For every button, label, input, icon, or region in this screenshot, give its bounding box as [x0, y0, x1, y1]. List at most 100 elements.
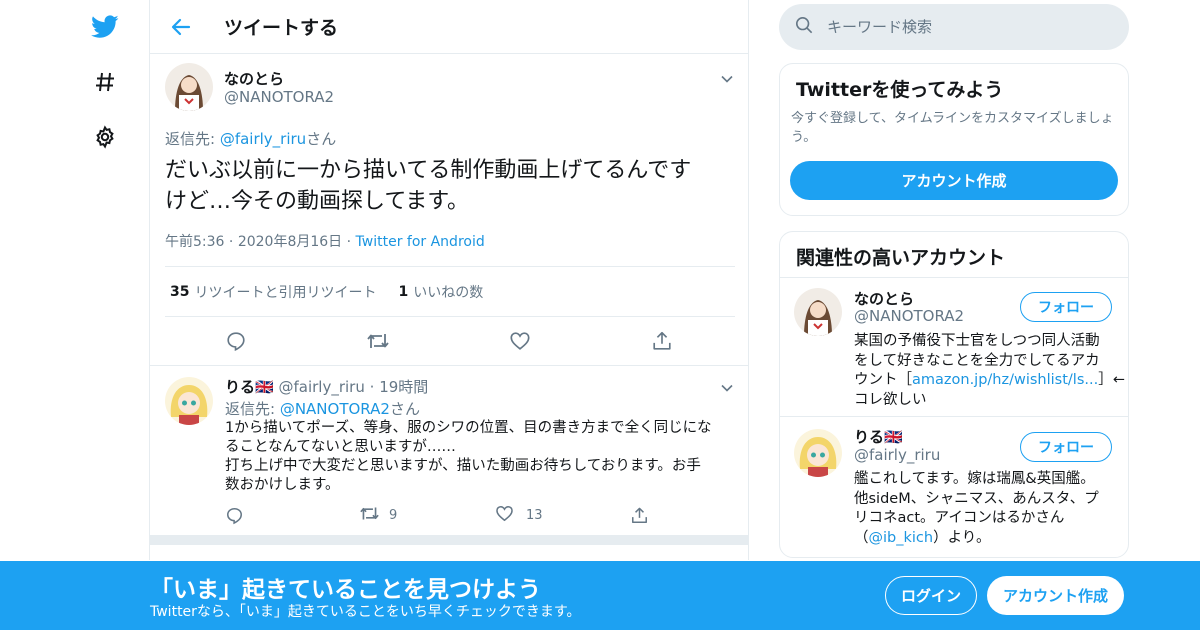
like-count: 13	[526, 507, 543, 523]
signup-card-title: Twitterを使ってみよう	[796, 79, 1004, 101]
heart-icon	[495, 504, 514, 527]
reply-author-name[interactable]: りる🇬🇧	[225, 378, 274, 396]
search-input[interactable]	[827, 18, 1107, 36]
signup-button[interactable]: アカウント作成	[987, 576, 1124, 615]
related-account[interactable]: りる🇬🇧 @fairly_riru フォロー 艦これしてます。嫁は瑞鳳&英国艦。…	[780, 417, 1128, 557]
tweet-stats: 35 リツイートと引用リツイート 1 いいねの数	[165, 266, 735, 317]
account-handle[interactable]: @fairly_riru	[854, 446, 940, 464]
reply-text-line: 数おかけします。	[225, 477, 340, 493]
bio-line: 艦これしてます。嫁は瑞鳳&英国艦。	[854, 471, 1095, 487]
banner-title: 「いま」起きていることを見つけよう	[150, 577, 541, 603]
bio-line: 某国の予備役下士官をしつつ同人活動	[854, 333, 1100, 349]
reply-text: 1から描いてポーズ、等身、服のシワの位置、目の書き方まで全く同じにな ることなん…	[225, 419, 735, 495]
search-icon	[795, 16, 813, 38]
reply-text-line: 打ち上げ中で大変だと思いますが、描いた動画お待ちしております。お手	[225, 458, 701, 474]
meta-separator: ·	[228, 234, 238, 250]
chevron-down-icon[interactable]	[720, 380, 734, 394]
search-bar	[779, 4, 1129, 50]
bio-text: （	[854, 529, 869, 546]
tweet-actions	[150, 328, 748, 354]
gear-icon[interactable]	[90, 122, 120, 152]
reply-context: 返信先: @fairly_riruさん	[165, 128, 336, 149]
share-icon[interactable]	[651, 328, 673, 354]
follow-button[interactable]: フォロー	[1020, 292, 1112, 322]
reply-text-line: 1から描いてポーズ、等身、服のシワの位置、目の書き方まで全く同じにな	[225, 420, 712, 436]
tweet-time[interactable]: 午前5:36	[165, 234, 224, 250]
account-name[interactable]: りる🇬🇧	[854, 426, 903, 447]
hashtag-icon[interactable]	[90, 67, 120, 97]
avatar[interactable]	[165, 63, 213, 111]
signup-card-description: 今すぐ登録して、タイムラインをカスタマイズしましょ う。	[791, 109, 1126, 147]
bio-link[interactable]: amazon.jp/hz/wishlist/ls...	[912, 372, 1098, 388]
bio-line: ウント［amazon.jp/hz/wishlist/ls...］←	[854, 371, 1125, 391]
retweet-icon	[359, 504, 380, 527]
bio-text: ］←	[1098, 372, 1125, 388]
reply-author-handle[interactable]: @fairly_riru	[278, 378, 364, 396]
account-name[interactable]: なのとら	[854, 288, 914, 309]
reply-time[interactable]: 19時間	[379, 378, 428, 396]
reply-prefix: 返信先:	[225, 400, 280, 418]
signup-desc-line: う。	[791, 130, 817, 145]
main-column: ツイートする なのとら @NANOTORA2 返信先: @fairly_riru…	[149, 0, 749, 560]
avatar[interactable]	[165, 377, 213, 425]
related-accounts-card: 関連性の高いアカウント なのとら @NANOTORA2 フォロー 某国の予備役下…	[779, 231, 1129, 558]
account-bio: 艦これしてます。嫁は瑞鳳&英国艦。 他sideM、シャニマス、あんスタ、プ リコ…	[854, 470, 1114, 548]
avatar[interactable]	[794, 429, 842, 477]
bio-text: ）より。	[933, 529, 991, 546]
related-account[interactable]: なのとら @NANOTORA2 フォロー 某国の予備役下士官をしつつ同人活動 を…	[780, 278, 1128, 416]
bio-link[interactable]: @ib_kich	[869, 530, 934, 546]
retweet-button[interactable]: 9	[359, 504, 397, 526]
author-handle[interactable]: @NANOTORA2	[224, 88, 334, 106]
reply-to-link[interactable]: @NANOTORA2	[280, 400, 390, 418]
retweet-label[interactable]: リツイートと引用リツイート	[194, 282, 376, 302]
reply-to-link[interactable]: @fairly_riru	[220, 130, 306, 148]
page: ツイートする なのとら @NANOTORA2 返信先: @fairly_riru…	[0, 0, 1200, 630]
left-nav	[80, 0, 130, 560]
like-count[interactable]: 1	[398, 284, 408, 300]
reply-context: 返信先: @NANOTORA2さん	[225, 398, 420, 419]
bio-line: 他sideM、シャニマス、あんスタ、プ	[854, 490, 1099, 507]
meta-separator: ·	[369, 378, 375, 396]
tweet-text-line: だいぶ以前に一から描いてる制作動画上げてるんです	[165, 158, 692, 183]
share-icon[interactable]	[630, 504, 649, 526]
back-arrow-icon[interactable]	[168, 14, 194, 40]
reply-suffix: さん	[389, 400, 420, 418]
signup-desc-line: 今すぐ登録して、タイムラインをカスタマイズしましょ	[791, 111, 1114, 126]
thread-divider	[150, 535, 748, 545]
tweet-date[interactable]: 2020年8月16日	[238, 234, 342, 250]
like-button[interactable]: 13	[495, 504, 543, 526]
heart-icon[interactable]	[509, 328, 531, 354]
follow-button[interactable]: フォロー	[1020, 432, 1112, 462]
tweet-client-link[interactable]: Twitter for Android	[356, 234, 485, 250]
reply-prefix: 返信先:	[165, 130, 220, 148]
page-title: ツイートする	[224, 17, 339, 39]
chevron-down-icon[interactable]	[720, 71, 734, 85]
account-bio: 某国の予備役下士官をしつつ同人活動 をして好きなことを全力でしてるアカ ウント［…	[854, 332, 1125, 410]
twitter-bird-icon[interactable]	[90, 12, 120, 42]
retweet-icon[interactable]	[366, 328, 390, 354]
meta-separator: ·	[346, 234, 356, 250]
reply-icon[interactable]	[225, 504, 244, 526]
reply-icon[interactable]	[225, 328, 247, 354]
retweet-count[interactable]: 35	[170, 284, 189, 300]
login-button[interactable]: ログイン	[885, 576, 977, 615]
reply-suffix: さん	[306, 130, 337, 148]
like-label[interactable]: いいねの数	[413, 282, 483, 302]
retweet-count: 9	[389, 507, 398, 523]
bio-line: コレ欲しい	[854, 391, 927, 408]
avatar[interactable]	[794, 288, 842, 336]
tweet-text-line: けど…今その動画探してます。	[165, 189, 470, 214]
create-account-button[interactable]: アカウント作成	[790, 161, 1118, 200]
tweet-text: だいぶ以前に一から描いてる制作動画上げてるんです けど…今その動画探してます。	[165, 155, 740, 217]
tweet-meta: 午前5:36 · 2020年8月16日 · Twitter for Androi…	[165, 231, 485, 251]
bio-line: リコネact。アイコンはるかさん	[854, 510, 1065, 526]
reply-actions: 9 13	[150, 504, 748, 526]
signup-banner: 「いま」起きていることを見つけよう Twitterなら、「いま」起きていることを…	[0, 561, 1200, 630]
divider	[150, 365, 748, 366]
account-handle[interactable]: @NANOTORA2	[854, 307, 964, 325]
reply-header: りる🇬🇧 @fairly_riru · 19時間	[225, 376, 428, 397]
related-card-title: 関連性の高いアカウント	[796, 247, 1006, 269]
bio-line: （@ib_kich）より。	[854, 529, 1114, 549]
bio-text: ウント［	[854, 372, 912, 388]
author-name[interactable]: なのとら	[224, 68, 284, 89]
